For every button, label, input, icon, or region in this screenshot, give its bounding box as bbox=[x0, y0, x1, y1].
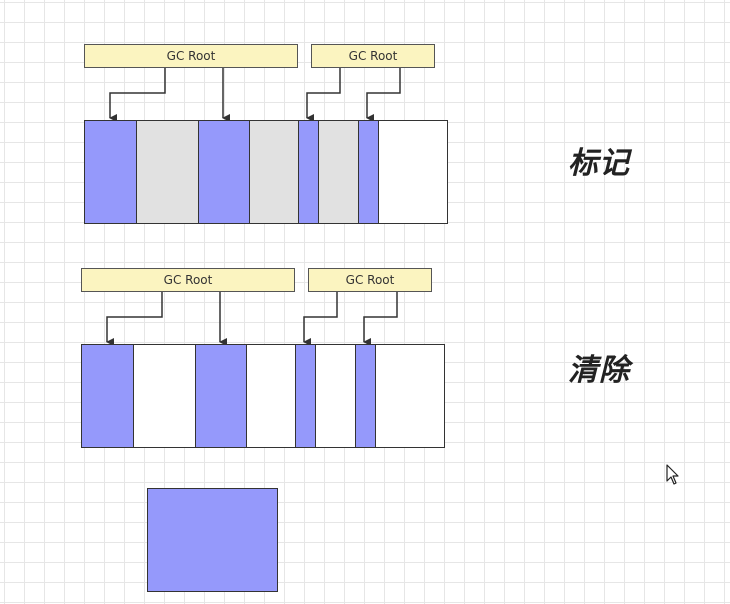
memory-cell-live bbox=[296, 345, 316, 447]
memory-cell-dead bbox=[319, 121, 359, 223]
reference-arrow bbox=[106, 292, 163, 346]
stage-label-sweep: 清除 bbox=[568, 353, 630, 388]
memory-cell-live bbox=[359, 121, 379, 223]
memory-cell-free bbox=[247, 345, 296, 447]
memory-cell-free bbox=[376, 345, 444, 447]
gc-root-box: GC Root bbox=[308, 268, 432, 292]
reference-arrow bbox=[109, 68, 166, 122]
memory-cell-live bbox=[85, 121, 137, 223]
memory-cell-dead bbox=[137, 121, 199, 223]
memory-cell-live bbox=[199, 121, 250, 223]
mouse-pointer-icon bbox=[666, 464, 679, 485]
memory-cell-live bbox=[82, 345, 134, 447]
memory-cell-free bbox=[134, 345, 196, 447]
memory-strip-sweep bbox=[81, 344, 445, 448]
memory-strip-mark bbox=[84, 120, 448, 224]
reference-arrows bbox=[106, 68, 401, 346]
reference-arrow bbox=[363, 292, 398, 346]
memory-cell-free bbox=[379, 121, 447, 223]
reference-arrow bbox=[366, 68, 401, 122]
memory-cell-live bbox=[299, 121, 319, 223]
allocated-object-block bbox=[147, 488, 278, 592]
reference-arrow bbox=[303, 292, 338, 346]
stage-label-mark: 标记 bbox=[568, 146, 630, 181]
memory-cell-live bbox=[356, 345, 376, 447]
memory-cell-dead bbox=[250, 121, 299, 223]
gc-root-box: GC Root bbox=[81, 268, 295, 292]
reference-arrow bbox=[306, 68, 341, 122]
memory-cell-free bbox=[316, 345, 356, 447]
memory-cell-live bbox=[196, 345, 247, 447]
